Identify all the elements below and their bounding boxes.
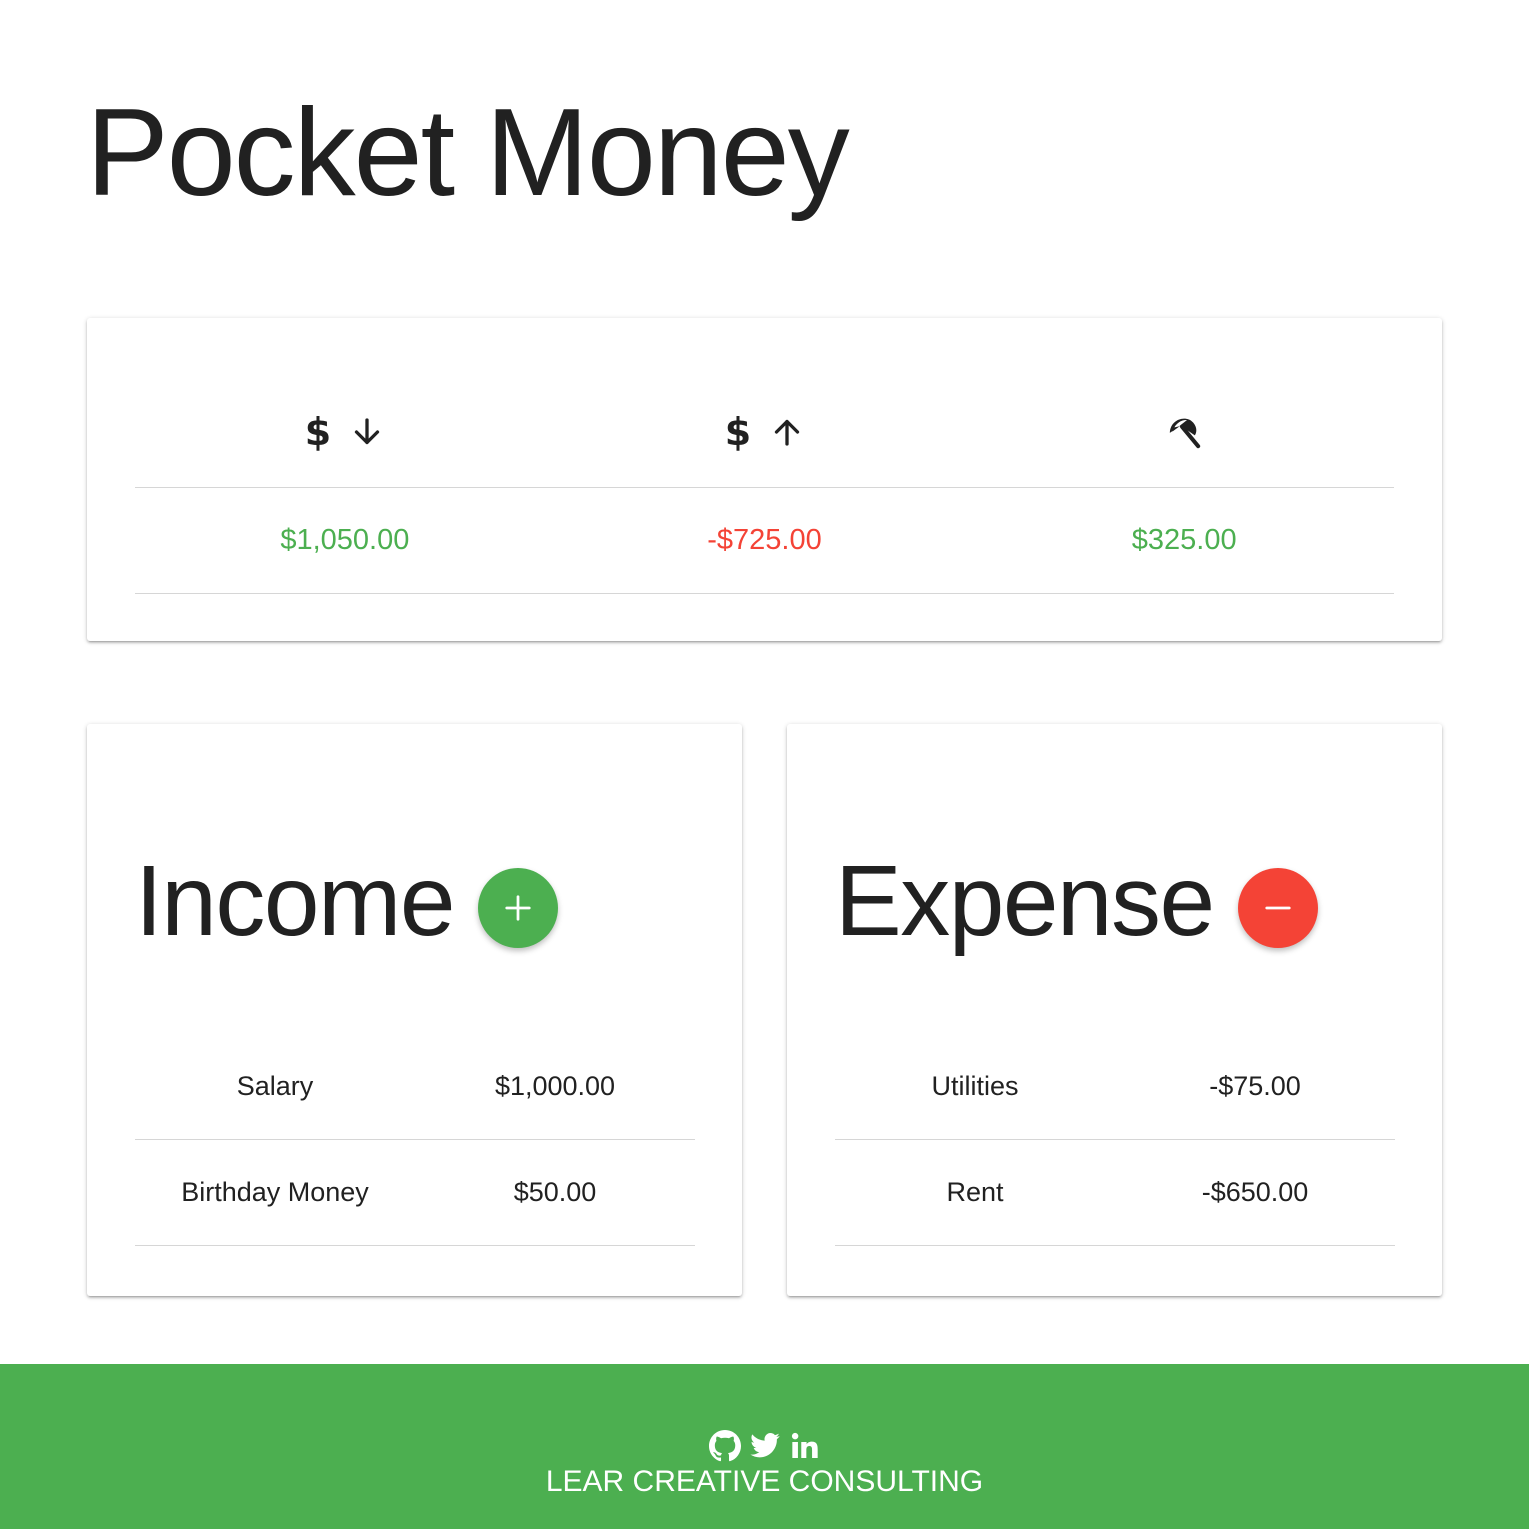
footer: LEAR CREATIVE CONSULTING [0,1364,1529,1529]
svg-text:$: $ [305,412,331,452]
page: Pocket Money $ $ $1,050.00 -$725.00 $325… [0,0,1529,1529]
balance-value: $325.00 [1131,524,1237,556]
summary-header-row: $ $ [135,372,1394,488]
dollar-icon: $ [305,412,331,452]
add-income-button[interactable] [477,868,558,948]
add-expense-button[interactable] [1237,868,1318,948]
income-row[interactable]: Birthday Money $50.00 [135,1140,695,1246]
summary-header-income: $ [135,372,555,487]
total-income-value: $1,050.00 [280,524,410,556]
income-amount: $50.00 [513,1177,597,1207]
expense-amount: -$75.00 [1209,1071,1301,1101]
summary-table: $ $ $1,050.00 -$725.00 $325.00 [135,372,1394,594]
expense-label: Rent [946,1177,1004,1207]
expense-list: Utilities -$75.00 Rent -$650.00 [835,1034,1395,1246]
minus-icon [1265,906,1291,910]
arrow-down-icon [354,417,379,444]
summary-card: $ $ $1,050.00 -$725.00 $325.00 [87,318,1442,641]
twitter-icon[interactable] [749,1430,781,1462]
summary-header-balance [974,372,1394,487]
summary-values-row: $1,050.00 -$725.00 $325.00 [135,488,1394,594]
total-expense-value: -$725.00 [707,524,822,556]
footer-company-name: LEAR CREATIVE CONSULTING [545,1465,984,1498]
expense-label: Utilities [931,1071,1019,1101]
social-links [0,1430,1529,1462]
expense-row[interactable]: Rent -$650.00 [835,1140,1395,1246]
page-title: Pocket Money [86,84,850,222]
income-label: Salary [236,1071,314,1101]
github-icon[interactable] [708,1430,741,1462]
svg-text:$: $ [725,412,751,452]
plus-icon [505,895,531,921]
expense-row[interactable]: Utilities -$75.00 [835,1034,1395,1140]
income-list: Salary $1,000.00 Birthday Money $50.00 [135,1034,695,1246]
income-heading: Income [135,845,455,957]
income-label: Birthday Money [181,1177,369,1207]
arrow-up-icon [774,419,799,446]
expense-heading: Expense [835,845,1215,957]
beach-umbrella-icon [1170,418,1201,448]
income-amount: $1,000.00 [494,1071,616,1101]
income-row[interactable]: Salary $1,000.00 [135,1034,695,1140]
dollar-icon: $ [725,412,751,452]
linkedin-icon[interactable] [789,1430,821,1462]
income-card: Income Salary $1,000.00 Birthday Money $… [87,724,742,1296]
expense-amount: -$650.00 [1201,1177,1309,1207]
summary-header-expense: $ [555,372,975,487]
expense-card: Expense Utilities -$75.00 Rent -$650.00 [787,724,1442,1296]
